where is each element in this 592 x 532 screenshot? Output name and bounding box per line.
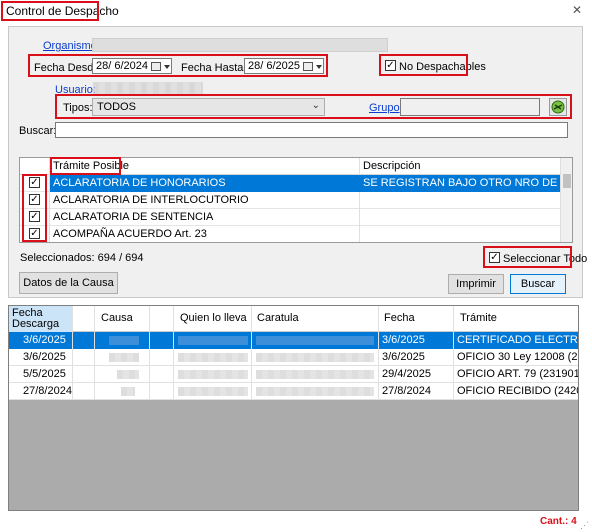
table-row[interactable]: ✓ ACOMPAÑA ACUERDO Art. 23 (20, 226, 560, 242)
fecha-cell[interactable]: 27/8/2024 (379, 383, 454, 400)
quien-lo-lleva-header[interactable]: Quien lo lleva (174, 306, 252, 332)
close-icon[interactable]: ✕ (572, 3, 582, 17)
caratula-cell[interactable] (252, 332, 379, 349)
quien-lo-lleva-value (178, 370, 248, 379)
causa-cell[interactable] (95, 366, 150, 383)
causa-header[interactable]: Causa (95, 306, 150, 332)
fecha-descarga-header[interactable]: Fecha Descarga (9, 306, 73, 332)
quien-lo-lleva-value (178, 387, 248, 396)
buscar-input[interactable] (55, 122, 568, 138)
blank-header (150, 306, 174, 332)
organismo-field[interactable] (92, 38, 388, 52)
caratula-header[interactable]: Caratula (252, 306, 379, 332)
annotation-box-no-despachables (379, 54, 468, 76)
blank-cell (150, 349, 174, 366)
table-row[interactable]: ✓ ACLARATORIA DE INTERLOCUTORIO (20, 192, 560, 209)
blank-cell (150, 332, 174, 349)
table-row[interactable]: 27/8/2024 27/8/2024 OFICIO RECIBIDO (242… (9, 383, 578, 400)
quien-lo-lleva-cell[interactable] (174, 383, 252, 400)
resize-grip-icon[interactable]: ⋰ (580, 520, 589, 531)
blank-cell (150, 366, 174, 383)
descripcion-cell[interactable] (360, 192, 560, 209)
tramite-cell[interactable]: OFICIO 30 Ley 12008 (233101... (454, 349, 578, 366)
fecha-descarga-cell[interactable]: 27/8/2024 (9, 383, 73, 400)
fecha-cell[interactable]: 3/6/2025 (379, 332, 454, 349)
causa-value (109, 336, 139, 345)
caratula-value (256, 336, 374, 345)
annotation-box-checkboxes (22, 174, 47, 242)
causa-cell[interactable] (95, 383, 150, 400)
caratula-cell[interactable] (252, 383, 379, 400)
quien-lo-lleva-cell[interactable] (174, 366, 252, 383)
caratula-cell[interactable] (252, 366, 379, 383)
caratula-cell[interactable] (252, 349, 379, 366)
table-row[interactable]: 3/6/2025 3/6/2025 CERTIFICADO ELECTRONIC… (9, 332, 578, 349)
table-row[interactable]: ✓ ACLARATORIA DE HONORARIOS SE REGISTRAN… (20, 175, 560, 192)
annotation-box-fechas (28, 54, 328, 77)
blank-cell (150, 383, 174, 400)
descripcion-cell[interactable] (360, 209, 560, 226)
causa-value (117, 370, 139, 379)
fecha-descarga-cell[interactable]: 3/6/2025 (9, 332, 73, 349)
buscar-label: Buscar: (19, 125, 57, 137)
fecha-descarga-cell[interactable]: 5/5/2025 (9, 366, 73, 383)
quien-lo-lleva-value (178, 336, 248, 345)
descripcion-cell[interactable] (360, 226, 560, 242)
tramite-cell[interactable]: ACOMPAÑA ACUERDO Art. 23 (50, 226, 360, 242)
annotation-box-tipos-grupo (55, 94, 572, 119)
caratula-value (256, 353, 374, 362)
results-count: Cant.: 4 (540, 516, 577, 527)
header-check-column (20, 158, 50, 175)
quien-lo-lleva-value (178, 353, 248, 362)
caratula-value (256, 387, 374, 396)
annotation-box-seleccionar-todo (483, 246, 572, 268)
tramite-header[interactable]: Trámite (454, 306, 578, 332)
tramite-cell[interactable]: OFICIO ART. 79 (2319016240... (454, 366, 578, 383)
fecha-cell[interactable]: 29/4/2025 (379, 366, 454, 383)
blank-cell (73, 366, 95, 383)
tramite-cell[interactable]: OFICIO RECIBIDO (24200162... (454, 383, 578, 400)
tramite-cell[interactable]: CERTIFICADO ELECTRONIC... (454, 332, 578, 349)
causa-value (109, 353, 139, 362)
descripcion-cell[interactable]: SE REGISTRAN BAJO OTRO NRO DE REGISTR... (360, 175, 560, 192)
tramite-cell[interactable]: ACLARATORIA DE SENTENCIA (50, 209, 360, 226)
annotation-box-tramite-header (50, 157, 121, 175)
causa-cell[interactable] (95, 349, 150, 366)
vertical-scrollbar[interactable] (560, 158, 572, 242)
blank-cell (73, 349, 95, 366)
usuario-value (93, 82, 203, 94)
table-row[interactable]: 5/5/2025 29/4/2025 OFICIO ART. 79 (23190… (9, 366, 578, 383)
scroll-thumb[interactable] (563, 174, 571, 188)
blank-cell (73, 383, 95, 400)
results-header-row: Fecha Descarga Causa Quien lo lleva Cara… (9, 306, 578, 332)
tramite-cell[interactable]: ACLARATORIA DE INTERLOCUTORIO (50, 192, 360, 209)
quien-lo-lleva-cell[interactable] (174, 349, 252, 366)
table-row[interactable]: 3/6/2025 3/6/2025 OFICIO 30 Ley 12008 (2… (9, 349, 578, 366)
descripcion-header[interactable]: Descripción (360, 158, 560, 175)
annotation-box-title (1, 1, 99, 21)
fecha-descarga-cell[interactable]: 3/6/2025 (9, 349, 73, 366)
blank-header (73, 306, 95, 332)
fecha-cell[interactable]: 3/6/2025 (379, 349, 454, 366)
fecha-header[interactable]: Fecha (379, 306, 454, 332)
causa-value (121, 387, 135, 396)
buscar-button[interactable]: Buscar (510, 274, 566, 294)
seleccionados-count: Seleccionados: 694 / 694 (20, 252, 144, 264)
caratula-value (256, 370, 374, 379)
quien-lo-lleva-cell[interactable] (174, 332, 252, 349)
imprimir-button[interactable]: Imprimir (448, 274, 504, 294)
results-grid: Fecha Descarga Causa Quien lo lleva Cara… (8, 305, 579, 511)
table-row[interactable]: ✓ ACLARATORIA DE SENTENCIA (20, 209, 560, 226)
datos-causa-button[interactable]: Datos de la Causa (19, 272, 118, 294)
causa-cell[interactable] (95, 332, 150, 349)
tramite-cell[interactable]: ACLARATORIA DE HONORARIOS (50, 175, 360, 192)
blank-cell (73, 332, 95, 349)
